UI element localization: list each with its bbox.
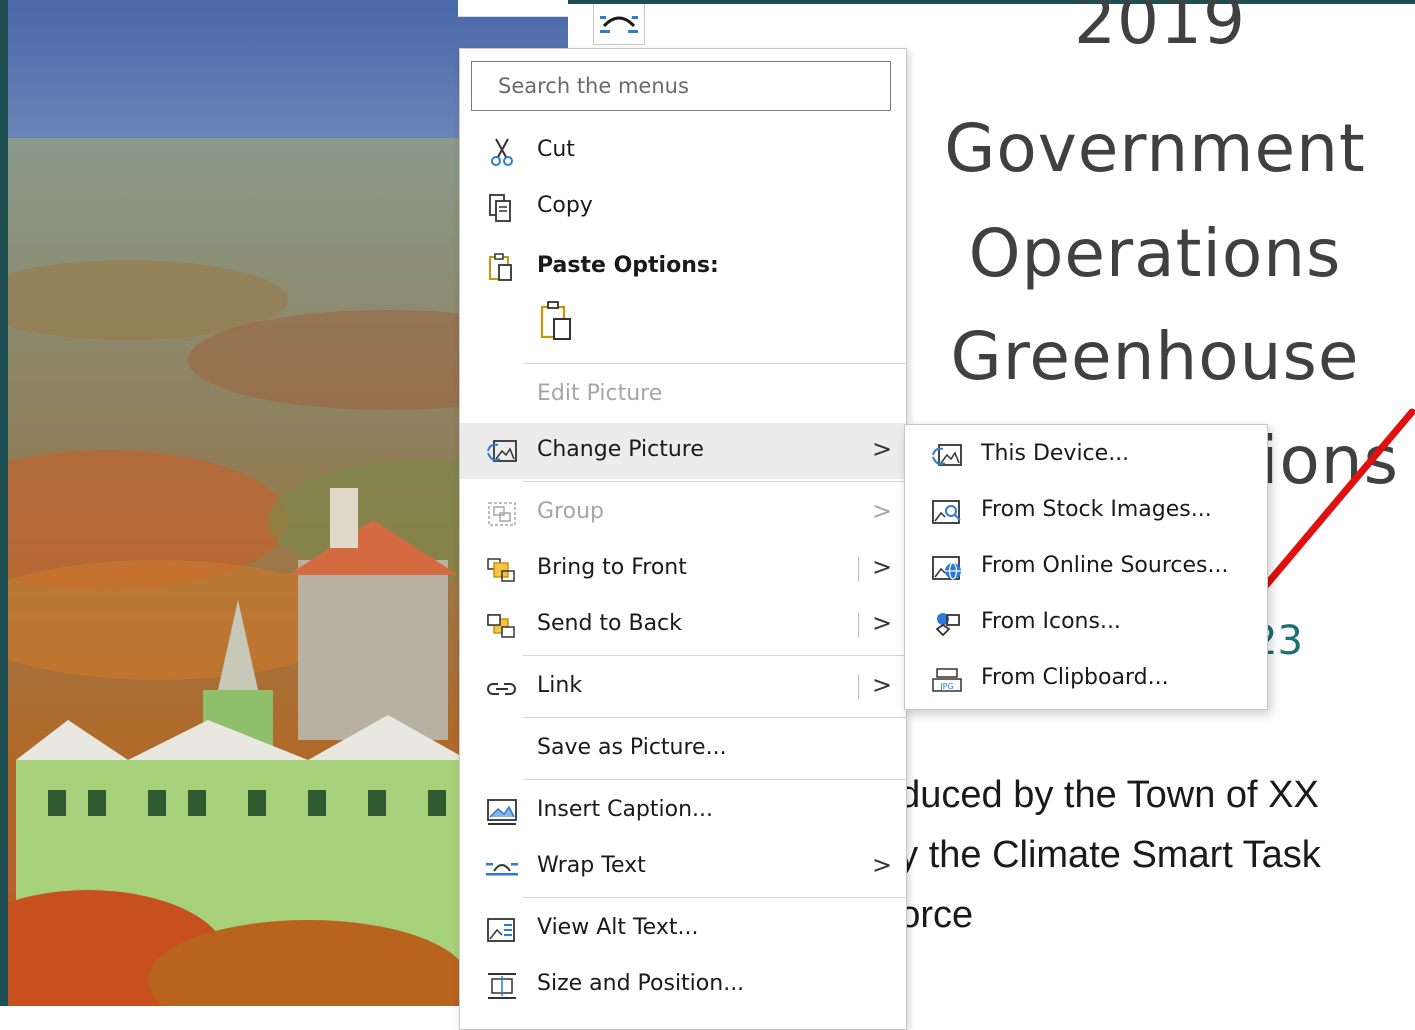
menu-search-placeholder: Search the menus [498, 74, 689, 98]
menu-item-label: Send to Back [537, 611, 682, 636]
menu-item-label: Change Picture [537, 437, 704, 462]
menu-item-label: Link [537, 673, 583, 698]
copy-icon [489, 194, 511, 222]
layout-options-button[interactable] [593, 4, 645, 45]
chevron-right-icon[interactable]: > [872, 553, 892, 581]
menu-separator [523, 363, 906, 364]
chevron-right-icon: > [872, 851, 893, 879]
group-icon [488, 502, 516, 526]
menu-search-input[interactable]: Search the menus [471, 61, 891, 111]
menu-item-label: Paste Options: [537, 253, 719, 278]
submenu-item-stock-images[interactable]: From Stock Images... [905, 483, 1267, 539]
menu-item-bring-to-front[interactable]: Bring to Front > [460, 541, 906, 597]
scissors-icon [491, 138, 513, 166]
chevron-right-icon: > [872, 497, 893, 525]
menu-item-label: Save as Picture... [537, 735, 727, 760]
menu-item-copy[interactable]: Copy [460, 179, 906, 235]
paste-picture-icon [540, 301, 571, 340]
menu-item-label: Copy [537, 193, 593, 218]
menu-item-wrap-text[interactable]: Wrap Text > [460, 839, 906, 895]
ribbon-edge [458, 0, 568, 17]
submenu-item-label: This Device... [981, 441, 1130, 466]
clipboard-jpg-icon: JPG [932, 668, 962, 692]
submenu-item-clipboard[interactable]: JPG From Clipboard... [905, 651, 1267, 707]
chevron-right-icon[interactable]: > [872, 671, 892, 699]
link-icon [487, 683, 516, 695]
menu-item-edit-picture[interactable]: Edit Picture [460, 367, 906, 423]
svg-text:JPG: JPG [939, 682, 953, 691]
menu-item-label: Group [537, 499, 604, 524]
submenu-item-label: From Online Sources... [981, 553, 1229, 578]
split-divider [858, 557, 859, 581]
menu-item-save-as-picture[interactable]: Save as Picture... [460, 721, 906, 777]
alt-text-icon [487, 918, 515, 942]
insert-caption-icon [487, 799, 517, 825]
icons-icon [935, 613, 960, 637]
menu-item-size-and-position[interactable]: Size and Position... [460, 957, 906, 1013]
wrap-text-icon [600, 16, 638, 33]
stock-images-icon [932, 500, 961, 524]
wrap-text-icon [486, 863, 518, 876]
menu-item-label: Size and Position... [537, 971, 745, 996]
menu-separator [523, 779, 906, 780]
menu-item-insert-caption[interactable]: Insert Caption... [460, 783, 906, 839]
online-sources-icon [932, 556, 961, 580]
bring-to-front-icon [487, 558, 515, 582]
change-picture-submenu: This Device... From Stock Images... From… [904, 424, 1268, 710]
menu-item-link[interactable]: Link > [460, 659, 906, 715]
menu-item-cut[interactable]: Cut [460, 123, 906, 179]
menu-item-label: Cut [537, 137, 575, 162]
menu-item-label: Insert Caption... [537, 797, 714, 822]
split-divider [858, 675, 859, 699]
menu-item-view-alt-text[interactable]: View Alt Text... [460, 901, 906, 957]
this-device-icon [932, 444, 962, 466]
menu-item-label: Bring to Front [537, 555, 687, 580]
size-position-icon [488, 973, 516, 999]
menu-separator [523, 717, 906, 718]
menu-item-group[interactable]: Group > [460, 485, 906, 541]
menu-separator [523, 655, 906, 656]
menu-item-change-picture[interactable]: Change Picture > [460, 423, 906, 479]
submenu-item-label: From Icons... [981, 609, 1121, 634]
submenu-item-label: From Stock Images... [981, 497, 1212, 522]
submenu-item-icons[interactable]: From Icons... [905, 595, 1267, 651]
paste-icon [489, 253, 512, 281]
submenu-item-label: From Clipboard... [981, 665, 1169, 690]
paste-keep-format-button[interactable] [536, 299, 584, 347]
menu-item-label: Edit Picture [537, 381, 663, 406]
menu-item-label: View Alt Text... [537, 915, 699, 940]
submenu-item-online-sources[interactable]: From Online Sources... [905, 539, 1267, 595]
menu-separator [523, 481, 906, 482]
send-to-back-icon [487, 614, 515, 638]
split-divider [858, 613, 859, 637]
change-picture-icon [487, 440, 517, 462]
submenu-item-this-device[interactable]: This Device... [905, 427, 1267, 483]
chevron-right-icon[interactable]: > [872, 609, 892, 637]
chevron-right-icon: > [872, 435, 893, 463]
context-menu: Search the menus Cut Copy Paste Options: [459, 48, 907, 1030]
menu-item-send-to-back[interactable]: Send to Back > [460, 597, 906, 653]
menu-item-paste-options: Paste Options: [460, 239, 906, 295]
menu-item-label: Wrap Text [537, 853, 646, 878]
menu-separator [523, 897, 906, 898]
